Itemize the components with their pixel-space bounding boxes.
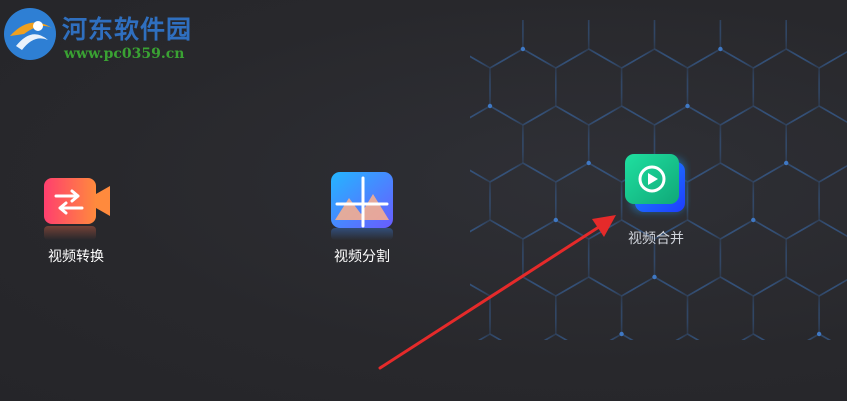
hexagon-cell bbox=[752, 276, 820, 340]
hexagon-cell bbox=[522, 20, 590, 69]
feature-video-convert[interactable]: 视频转换 bbox=[16, 176, 136, 266]
watermark-url: www.pc0359.cn bbox=[64, 46, 185, 62]
hexagon-cell bbox=[752, 48, 820, 126]
annotation-arrow bbox=[378, 215, 616, 370]
hexagon-cell bbox=[620, 48, 689, 126]
watermark-title: 河东软件园 bbox=[62, 15, 193, 44]
hexagon-cell bbox=[719, 219, 788, 297]
hexagon-node bbox=[718, 46, 723, 52]
watermark: 河东软件园 www.pc0359.cn bbox=[2, 4, 202, 64]
hexagon-node bbox=[784, 160, 789, 166]
hexagon-cell bbox=[719, 105, 788, 183]
hexagon-cell bbox=[620, 276, 689, 340]
watermark-logo bbox=[4, 8, 56, 60]
hexagon-cell bbox=[489, 48, 557, 126]
hexagon-cell bbox=[555, 48, 623, 126]
hexagon-node bbox=[652, 274, 657, 280]
hexagon-cell bbox=[522, 105, 590, 183]
hexagon-cell bbox=[807, 333, 832, 340]
feature-video-convert-label: 视频转换 bbox=[48, 249, 104, 265]
hexagon-node bbox=[816, 331, 822, 337]
video-merge-icon bbox=[625, 154, 685, 212]
video-convert-icon bbox=[44, 178, 110, 240]
hexagon-cell bbox=[675, 333, 700, 340]
hexagon-node bbox=[520, 46, 526, 52]
hexagon-cell bbox=[686, 48, 755, 126]
hexagon-node bbox=[685, 103, 690, 109]
hexagon-cell bbox=[719, 20, 788, 69]
hexagon-cell bbox=[741, 333, 766, 340]
hexagon-node bbox=[586, 160, 591, 166]
hexagon-cell bbox=[785, 20, 847, 69]
hexagon-cell bbox=[818, 278, 847, 340]
hexagon-cell bbox=[587, 20, 656, 69]
app-canvas: 河东软件园 www.pc0359.cn 视频转换 视频分割 视频合并 bbox=[0, 0, 847, 401]
hexagon-cell bbox=[653, 20, 722, 69]
hexagon-cell bbox=[752, 162, 820, 240]
hexagon-cell bbox=[470, 55, 491, 119]
hexagon-node bbox=[751, 217, 756, 223]
hexagon-cell bbox=[470, 105, 524, 183]
hexagon-cell bbox=[686, 276, 755, 340]
hexagon-node bbox=[487, 103, 493, 109]
